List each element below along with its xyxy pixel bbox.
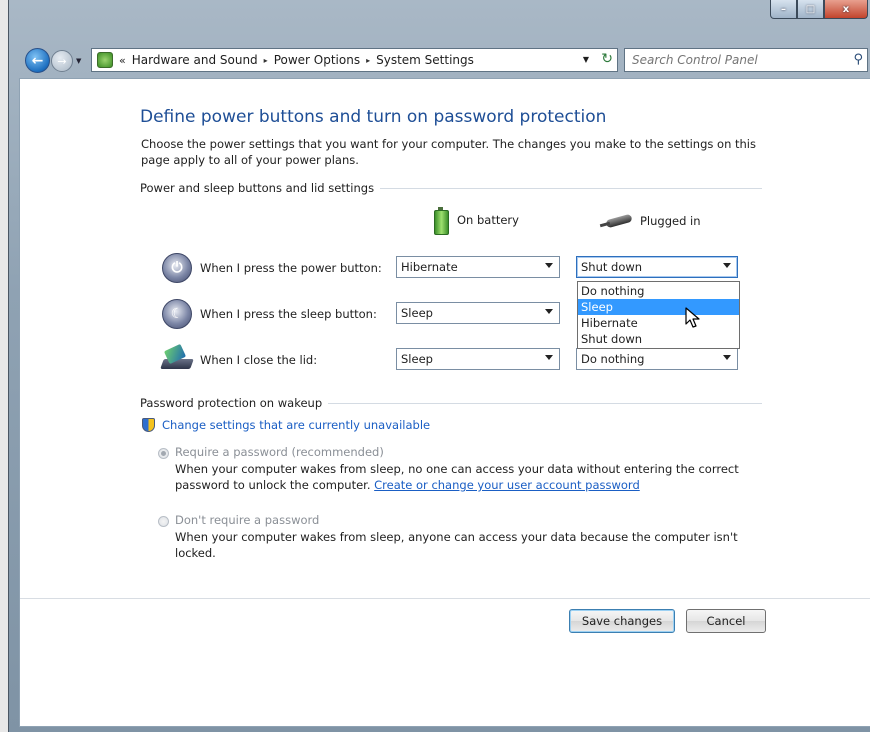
- breadcrumb-separator-icon[interactable]: ▸: [366, 56, 370, 65]
- window-frame: – □ x ← → ▼ « Hardware and Sound ▸ Power…: [8, 0, 870, 732]
- lid-close-label: When I close the lid:: [200, 353, 318, 367]
- require-password-description: When your computer wakes from sleep, no …: [175, 461, 755, 493]
- power-button-plugged-dropdown-list: Do nothing Sleep Hibernate Shut down: [577, 281, 740, 349]
- uac-shield-icon: [142, 418, 155, 432]
- power-plug-icon: [600, 213, 634, 229]
- column-header-battery-label: On battery: [457, 213, 519, 227]
- title-bar: – □ x: [9, 0, 870, 42]
- column-header-battery: On battery: [434, 207, 519, 235]
- cancel-button[interactable]: Cancel: [686, 609, 766, 633]
- search-icon[interactable]: ⚲: [853, 52, 863, 67]
- forward-arrow-icon[interactable]: →: [51, 50, 73, 72]
- sleep-button-label: When I press the sleep button:: [200, 307, 377, 321]
- address-dropdown-icon[interactable]: ▼: [583, 55, 589, 64]
- breadcrumb-power-options[interactable]: Power Options: [274, 53, 360, 67]
- caption-buttons: – □ x: [770, 0, 868, 19]
- chevron-down-icon: [545, 355, 553, 360]
- battery-icon: [434, 207, 449, 235]
- no-password-label: Don't require a password: [175, 513, 320, 527]
- recent-pages-dropdown-icon[interactable]: ▼: [76, 57, 81, 65]
- refresh-icon[interactable]: ↻: [601, 51, 613, 67]
- dropdown-option-hibernate[interactable]: Hibernate: [578, 315, 739, 331]
- search-input[interactable]: [632, 53, 842, 67]
- chevron-down-icon: [545, 263, 553, 268]
- chevron-down-icon: [723, 263, 731, 268]
- dropdown-option-sleep[interactable]: Sleep: [578, 299, 739, 315]
- power-button-battery-select[interactable]: Hibernate: [396, 256, 560, 278]
- sleep-button-battery-select[interactable]: Sleep: [396, 302, 560, 324]
- content-pane: Define power buttons and turn on passwor…: [19, 78, 870, 727]
- lid-close-battery-value: Sleep: [401, 352, 433, 366]
- power-button-plugged-select[interactable]: Shut down: [576, 256, 738, 278]
- maximize-button[interactable]: □: [797, 0, 824, 19]
- no-password-description: When your computer wakes from sleep, any…: [175, 530, 738, 560]
- close-button[interactable]: x: [824, 0, 868, 19]
- chevron-down-icon: [545, 309, 553, 314]
- require-password-radio[interactable]: [158, 448, 169, 459]
- chevron-down-icon: [723, 355, 731, 360]
- control-panel-icon: [97, 52, 113, 68]
- create-password-link[interactable]: Create or change your user account passw…: [374, 478, 640, 492]
- dropdown-option-shut-down[interactable]: Shut down: [578, 331, 739, 347]
- address-bar[interactable]: « Hardware and Sound ▸ Power Options ▸ S…: [91, 48, 618, 72]
- power-button-battery-value: Hibernate: [401, 260, 458, 274]
- dropdown-option-do-nothing[interactable]: Do nothing: [578, 283, 739, 299]
- navigation-bar: ← → ▼ « Hardware and Sound ▸ Power Optio…: [9, 44, 870, 74]
- sleep-button-icon: ☾: [162, 299, 192, 329]
- back-arrow-icon[interactable]: ←: [25, 48, 50, 73]
- breadcrumb-separator-icon[interactable]: ▸: [264, 56, 268, 65]
- column-header-plugged-label: Plugged in: [640, 214, 701, 228]
- search-box[interactable]: ⚲: [624, 48, 868, 72]
- section-title-buttons: Power and sleep buttons and lid settings: [140, 181, 381, 195]
- footer-divider: [20, 598, 870, 599]
- power-button-icon: ⏻: [162, 253, 192, 283]
- lid-close-row: When I close the lid: Sleep Do nothing: [20, 345, 870, 375]
- power-button-plugged-value: Shut down: [581, 260, 643, 274]
- sleep-button-row: ☾ When I press the sleep button: Sleep: [20, 299, 870, 329]
- page-description: Choose the power settings that you want …: [141, 137, 756, 167]
- breadcrumb-hardware-and-sound[interactable]: Hardware and Sound: [132, 53, 258, 67]
- require-password-label: Require a password (recommended): [175, 445, 384, 459]
- breadcrumb-prefix[interactable]: «: [119, 54, 126, 67]
- laptop-lid-icon: [160, 345, 192, 373]
- minimize-button[interactable]: –: [770, 0, 797, 19]
- column-header-plugged: Plugged in: [600, 213, 701, 229]
- lid-close-plugged-value: Do nothing: [581, 352, 645, 366]
- lid-close-battery-select[interactable]: Sleep: [396, 348, 560, 370]
- mouse-cursor-icon: [685, 307, 700, 328]
- power-button-label: When I press the power button:: [200, 261, 382, 275]
- no-password-radio[interactable]: [158, 516, 169, 527]
- change-unavailable-settings-link[interactable]: Change settings that are currently unava…: [162, 418, 430, 432]
- breadcrumb-system-settings[interactable]: System Settings: [376, 53, 474, 67]
- page-title: Define power buttons and turn on passwor…: [140, 107, 607, 127]
- save-changes-button[interactable]: Save changes: [569, 609, 675, 633]
- power-button-row: ⏻ When I press the power button: Hiberna…: [20, 253, 870, 283]
- lid-close-plugged-select[interactable]: Do nothing: [576, 348, 738, 370]
- section-title-password: Password protection on wakeup: [140, 396, 329, 410]
- sleep-button-battery-value: Sleep: [401, 306, 433, 320]
